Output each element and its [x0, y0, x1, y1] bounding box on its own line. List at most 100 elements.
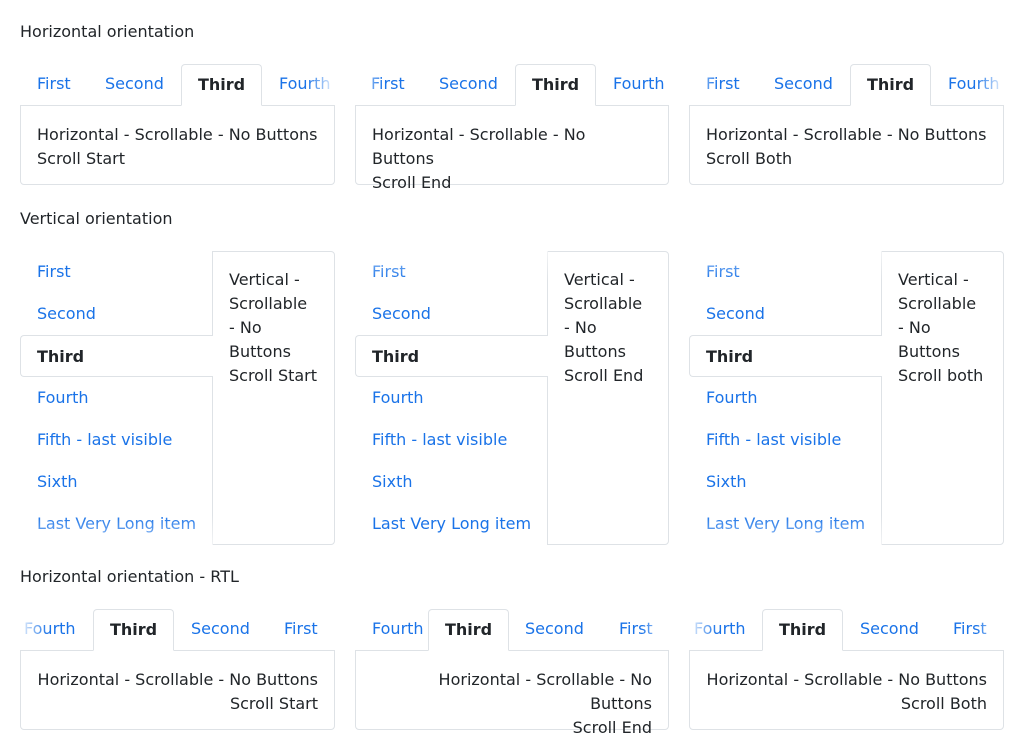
- tab-sixth[interactable]: Sixth: [355, 461, 548, 503]
- panel-text: Horizontal - Scrollable - No Buttons: [438, 670, 652, 713]
- tab-fourth[interactable]: Fourth: [689, 377, 882, 419]
- vertical-tab-list[interactable]: First Second Third Fourth Fifth - last v…: [689, 251, 882, 545]
- panel-text-line: Vertical -: [898, 270, 969, 289]
- tab-last[interactable]: Last Very Long item: [355, 503, 548, 545]
- tab-fifth[interactable]: Fifth - last visible: [355, 419, 548, 461]
- panel-text-line: Vertical -: [564, 270, 635, 289]
- tab-second[interactable]: Second: [89, 64, 180, 104]
- tab-first[interactable]: First: [268, 609, 334, 649]
- panel-text-line: Scroll Start: [229, 366, 318, 385]
- tab-fourth[interactable]: Fourth: [263, 64, 335, 104]
- tab-last[interactable]: Last Very Long item: [689, 503, 882, 545]
- tab-fourth[interactable]: Fourth: [689, 609, 762, 649]
- tab-second[interactable]: Second: [355, 293, 548, 335]
- panel-text: Horizontal - Scrollable - No Buttons: [37, 670, 318, 689]
- vertical-tabs-scroll-end: First Second Third Fourth Fifth - last v…: [355, 251, 669, 545]
- tab-fourth[interactable]: Fourth: [20, 377, 213, 419]
- tab-fourth[interactable]: Fourth: [932, 64, 1004, 104]
- tab-first[interactable]: First: [355, 251, 548, 293]
- panel-text: Horizontal - Scrollable - No Buttons: [706, 125, 987, 144]
- tab-first[interactable]: First: [690, 64, 756, 104]
- tab-panel: Horizontal - Scrollable - No Buttons Scr…: [355, 650, 669, 737]
- tab-third[interactable]: Third: [20, 335, 213, 377]
- panel-text-line: - No: [564, 318, 597, 337]
- section-heading-horizontal: Horizontal orientation: [20, 22, 195, 41]
- tab-bar[interactable]: First Second Third Fourth: [689, 64, 1004, 106]
- tab-bar[interactable]: Fourth Third Second First: [355, 609, 669, 651]
- section-heading-vertical: Vertical orientation: [20, 209, 173, 228]
- tab-second[interactable]: Second: [689, 293, 882, 335]
- tab-panel: Vertical - Scrollable - No Buttons Scrol…: [547, 251, 669, 545]
- tab-third[interactable]: Third: [93, 609, 175, 651]
- panel-subtext: Scroll Both: [706, 149, 793, 168]
- tab-fifth[interactable]: Fifth - last visible: [689, 419, 882, 461]
- tab-second[interactable]: Second: [175, 609, 266, 649]
- panel-subtext: Scroll End: [572, 718, 652, 737]
- tab-first[interactable]: First: [689, 251, 882, 293]
- tab-third[interactable]: Third: [689, 335, 882, 377]
- tab-first[interactable]: First: [21, 64, 87, 104]
- panel-text: Horizontal - Scrollable - No Buttons: [37, 125, 318, 144]
- panel-text-line: Vertical -: [229, 270, 300, 289]
- rtl-tabs-scroll-both: Fourth Third Second First Horizontal - S…: [689, 609, 1004, 730]
- tab-bar[interactable]: First Second Third Fourth: [20, 64, 335, 106]
- rtl-tabs-scroll-end: Fourth Third Second First Horizontal - S…: [355, 609, 669, 737]
- tab-last[interactable]: Last Very Long item: [20, 503, 213, 545]
- vertical-tabs-scroll-both: First Second Third Fourth Fifth - last v…: [689, 251, 1004, 545]
- tab-bar[interactable]: Fourth Third Second First: [20, 609, 335, 651]
- tab-sixth[interactable]: Sixth: [689, 461, 882, 503]
- tab-panel: Horizontal - Scrollable - No Buttons Scr…: [689, 650, 1004, 730]
- vertical-tab-list[interactable]: First Second Third Fourth Fifth - last v…: [355, 251, 548, 545]
- tab-panel: Horizontal - Scrollable - No Buttons Scr…: [689, 105, 1004, 185]
- tab-panel: Horizontal - Scrollable - No Buttons Scr…: [20, 650, 335, 730]
- tab-second[interactable]: Second: [844, 609, 935, 649]
- horizontal-tabs-scroll-both: First Second Third Fourth Horizontal - S…: [689, 64, 1004, 185]
- vertical-tabs-scroll-start: First Second Third Fourth Fifth - last v…: [20, 251, 335, 545]
- tab-fourth[interactable]: Fourth: [597, 64, 669, 104]
- panel-text-line: Scroll End: [564, 366, 644, 385]
- panel-text-line: Buttons: [229, 342, 291, 361]
- tab-third[interactable]: Third: [850, 64, 932, 106]
- panel-text-line: Buttons: [564, 342, 626, 361]
- panel-text-line: Buttons: [898, 342, 960, 361]
- tab-third[interactable]: Third: [428, 609, 510, 651]
- tab-third[interactable]: Third: [762, 609, 844, 651]
- tab-second[interactable]: Second: [423, 64, 514, 104]
- tab-fourth[interactable]: Fourth: [355, 377, 548, 419]
- horizontal-tabs-scroll-end: First Second Third Fourth Horizontal - S…: [355, 64, 669, 192]
- tab-bar[interactable]: First Second Third Fourth: [355, 64, 669, 106]
- panel-subtext: Scroll End: [372, 173, 452, 192]
- panel-subtext: Scroll Both: [900, 694, 987, 713]
- panel-text-line: Scrollable: [564, 294, 643, 313]
- panel-text-line: Scroll both: [898, 366, 984, 385]
- horizontal-tabs-scroll-start: First Second Third Fourth Horizontal - S…: [20, 64, 335, 185]
- tab-first[interactable]: First: [20, 251, 213, 293]
- tab-sixth[interactable]: Sixth: [20, 461, 213, 503]
- tab-fifth[interactable]: Fifth - last visible: [20, 419, 213, 461]
- tab-bar[interactable]: Fourth Third Second First: [689, 609, 1004, 651]
- panel-text-line: - No: [229, 318, 262, 337]
- tab-third[interactable]: Third: [355, 335, 548, 377]
- panel-text-line: Scrollable: [229, 294, 308, 313]
- tab-second[interactable]: Second: [509, 609, 600, 649]
- tab-third[interactable]: Third: [181, 64, 263, 106]
- tab-panel: Horizontal - Scrollable - No Buttons Scr…: [20, 105, 335, 185]
- vertical-tab-list[interactable]: First Second Third Fourth Fifth - last v…: [20, 251, 213, 545]
- tab-first[interactable]: First: [937, 609, 1003, 649]
- tab-panel: Vertical - Scrollable - No Buttons Scrol…: [881, 251, 1004, 545]
- tab-second[interactable]: Second: [758, 64, 849, 104]
- tab-fourth[interactable]: Fourth: [20, 609, 92, 649]
- tab-panel: Vertical - Scrollable - No Buttons Scrol…: [212, 251, 335, 545]
- rtl-tabs-scroll-start: Fourth Third Second First Horizontal - S…: [20, 609, 335, 730]
- panel-text: Horizontal - Scrollable - No Buttons: [372, 125, 586, 168]
- tab-second[interactable]: Second: [20, 293, 213, 335]
- panel-subtext: Scroll Start: [229, 694, 318, 713]
- section-heading-rtl: Horizontal orientation - RTL: [20, 567, 239, 586]
- panel-text-line: - No: [898, 318, 931, 337]
- tab-first[interactable]: First: [603, 609, 669, 649]
- tab-first[interactable]: First: [355, 64, 421, 104]
- panel-text-line: Scrollable: [898, 294, 977, 313]
- panel-subtext: Scroll Start: [37, 149, 126, 168]
- tab-third[interactable]: Third: [515, 64, 597, 106]
- panel-text: Horizontal - Scrollable - No Buttons: [706, 670, 987, 689]
